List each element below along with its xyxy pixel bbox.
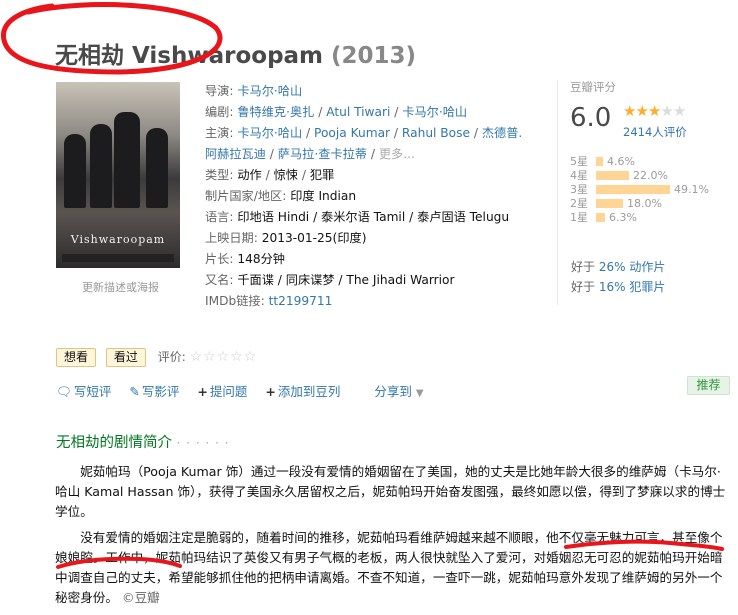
rating-bar [596, 185, 670, 194]
summary-paragraph: 妮茹帕玛（Pooja Kumar 饰）通过一段没有爱情的婚姻留在了美国，她的丈夫… [55, 464, 726, 519]
rating-bar-row: 2星 18.0% [570, 195, 709, 210]
movie-title: 无相劫 Vishwaroopam (2013) [55, 36, 416, 70]
rating-score: 6.0 [570, 103, 612, 133]
poster-credits-strip [62, 254, 174, 262]
poster-figure [90, 124, 112, 208]
ask-question-link[interactable]: 提问题 [210, 384, 248, 399]
rating-bar [596, 199, 623, 208]
poster-title: Vishwaroopam [70, 233, 166, 246]
better-than-row: 好于 16% 犯罪片 [571, 280, 666, 294]
better-than-row: 好于 26% 动作片 [571, 260, 666, 274]
writer-link[interactable]: 鲁特维克·奥扎 [237, 105, 314, 119]
info-language: 语言: 印地语 Hindi / 泰米尔语 Tamil / 泰卢固语 Telugu [205, 210, 510, 224]
star-icon: ★ [623, 102, 636, 120]
writer-link[interactable]: 卡马尔·哈山 [402, 105, 467, 119]
plus-icon: + [265, 384, 276, 399]
rating-bar-row: 4星 22.0% [570, 167, 709, 182]
info-cast-continued: 阿赫拉瓦迪 / 萨马拉·查卡拉蒂 / 更多... [205, 147, 415, 161]
share-dropdown[interactable]: 分享到 [374, 384, 412, 399]
info-imdb: IMDb链接: tt2199711 [205, 294, 333, 308]
movie-info: 导演: 卡马尔·哈山 编剧: 鲁特维克·奥扎 / Atul Tiwari / 卡… [205, 81, 545, 312]
info-cast: 主演: 卡马尔·哈山 / Pooja Kumar / Rahul Bose / … [205, 126, 523, 140]
star-icon: ★ [635, 102, 648, 120]
plot-summary: 妮茹帕玛（Pooja Kumar 饰）通过一段没有爱情的婚姻留在了美国，她的丈夫… [55, 462, 727, 614]
cast-link[interactable]: 萨马拉·查卡拉蒂 [278, 147, 367, 161]
cast-link[interactable]: 卡马尔·哈山 [237, 126, 302, 140]
rating-bar [596, 213, 605, 222]
pencil-icon: ✎ [129, 384, 140, 399]
star-icon: ★ [672, 102, 686, 120]
info-country: 制片国家/地区: 印度 Indian [205, 189, 357, 203]
summary-source: ©豆瓣 [121, 590, 160, 605]
recommend-button[interactable]: 推荐 [687, 376, 730, 395]
rating-bar [596, 171, 629, 180]
director-link[interactable]: 卡马尔·哈山 [237, 84, 302, 98]
rating-bar-row: 1星 6.3% [570, 209, 709, 224]
rating-stars: ★★★★★ [623, 102, 686, 120]
rating-divider [557, 80, 558, 305]
cast-more-link[interactable]: 更多... [379, 147, 415, 161]
cast-link[interactable]: 阿赫拉瓦迪 [205, 147, 266, 161]
info-genre: 类型: 动作 / 惊悚 / 犯罪 [205, 168, 335, 182]
update-poster-link[interactable]: 更新描述或海报 [82, 279, 159, 295]
movie-title-text: 无相劫 Vishwaroopam [55, 43, 324, 69]
rate-stars-input[interactable]: ☆☆☆☆☆ [190, 349, 258, 365]
info-aka: 又名: 千面谍 / 同床谍梦 / The Jihadi Warrior [205, 273, 455, 287]
write-review-link[interactable]: 写影评 [142, 384, 180, 399]
poster-figure [64, 134, 86, 208]
want-to-watch-button[interactable]: 想看 [56, 348, 97, 367]
rating-bar [596, 157, 603, 166]
action-bar: 想看 看过 评价: ☆☆☆☆☆ [56, 348, 257, 367]
rating-breakdown: 5星 4.6% 4星 22.0% 3星 49.1% 2星 18.0% 1星 6.3% [570, 153, 709, 224]
poster-figure [146, 128, 168, 208]
rating-bar-label: 1星 [570, 211, 588, 224]
summary-paragraph: 没有爱情的婚姻注定是脆弱的，随着时间的推移，妮茹帕玛看维萨姆越来越不顺眼，他不仅… [55, 530, 723, 605]
interest-links: 🗨 写短评 ✎ 写影评 + 提问题 + 添加到豆列 分享到 ▼ [56, 381, 438, 400]
cast-link[interactable]: 杰德普. [482, 126, 522, 140]
info-writers: 编剧: 鲁特维克·奥扎 / Atul Tiwari / 卡马尔·哈山 [205, 105, 468, 119]
rating-label: 豆瓣评分 [570, 80, 616, 94]
rating-bar-row: 3星 49.1% [570, 181, 709, 196]
watched-button[interactable]: 看过 [105, 348, 146, 367]
rating-bar-percent: 6.3% [609, 211, 637, 224]
chevron-down-icon: ▼ [415, 388, 424, 399]
comment-icon: 🗨 [56, 384, 72, 399]
writer-link[interactable]: Atul Tiwari [326, 105, 390, 119]
rate-label: 评价: [157, 350, 186, 364]
poster-figure [114, 112, 140, 208]
star-icon: ★ [660, 102, 673, 120]
better-than: 好于 26% 动作片 好于 16% 犯罪片 [571, 257, 665, 297]
star-icon: ★ [647, 102, 661, 120]
cast-link[interactable]: Rahul Bose [402, 126, 470, 140]
movie-poster[interactable]: Vishwaroopam [56, 82, 180, 268]
plus-icon: + [197, 384, 208, 399]
cast-link[interactable]: Pooja Kumar [314, 126, 390, 140]
imdb-link[interactable]: tt2199711 [269, 294, 333, 308]
heading-dots: · · · · · · [176, 436, 230, 450]
movie-year: (2013) [331, 43, 417, 69]
info-runtime: 片长: 148分钟 [205, 252, 285, 266]
summary-heading: 无相劫的剧情简介 · · · · · · [56, 435, 230, 451]
info-release-date: 上映日期: 2013-01-25(印度) [205, 231, 367, 245]
rating-count-link[interactable]: 2414人评价 [623, 124, 687, 140]
add-to-list-link[interactable]: 添加到豆列 [278, 384, 341, 399]
write-short-review-link[interactable]: 写短评 [74, 384, 112, 399]
rating-bar-row: 5星 4.6% [570, 153, 709, 168]
info-director: 导演: 卡马尔·哈山 [205, 84, 303, 98]
